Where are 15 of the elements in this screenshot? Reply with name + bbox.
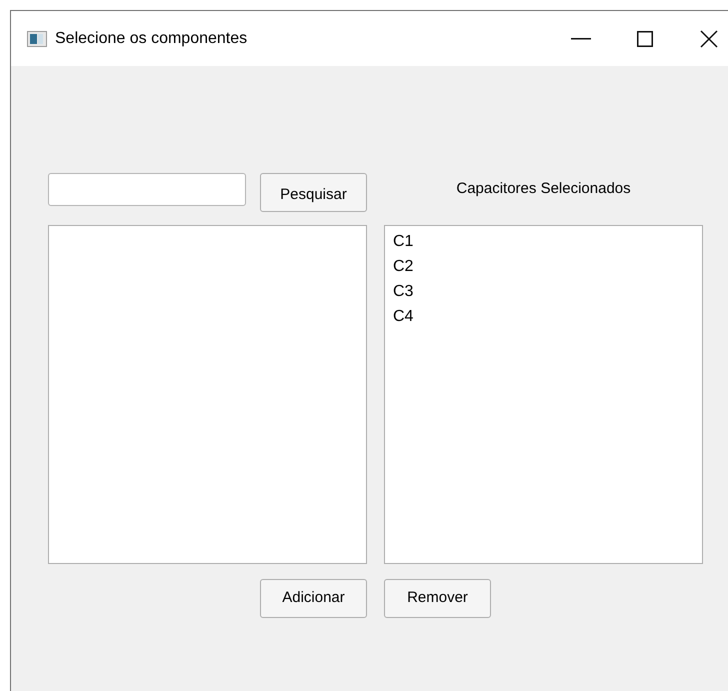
app-icon bbox=[27, 30, 47, 46]
search-field[interactable] bbox=[48, 173, 246, 206]
maximize-icon[interactable] bbox=[637, 30, 653, 46]
minimize-icon[interactable] bbox=[571, 38, 591, 40]
close-icon[interactable] bbox=[700, 30, 718, 48]
list-item[interactable]: C1 bbox=[393, 229, 414, 254]
list-item[interactable]: C4 bbox=[393, 304, 414, 329]
action-button[interactable]: Adicionar bbox=[260, 579, 367, 618]
search-button[interactable]: Pesquisar bbox=[260, 173, 367, 212]
list-label: Capacitores Selecionados bbox=[455, 179, 632, 199]
action-button[interactable]: Remover bbox=[384, 579, 491, 618]
selected-list[interactable]: C1 C2 C3 C4 bbox=[384, 225, 703, 564]
list-item[interactable]: C2 bbox=[393, 254, 414, 279]
window-title: Selecione os componentes bbox=[55, 28, 248, 48]
list-item[interactable]: C3 bbox=[393, 279, 414, 304]
